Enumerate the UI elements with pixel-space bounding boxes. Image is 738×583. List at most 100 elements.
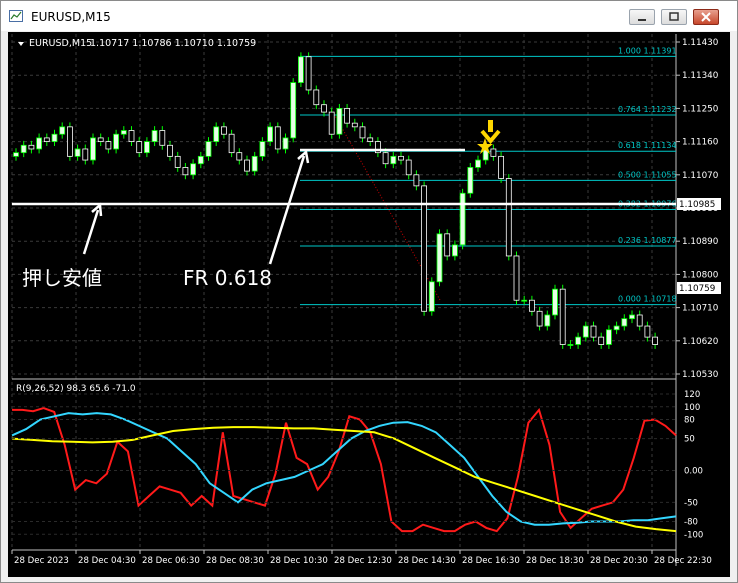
candle-body — [575, 336, 581, 345]
chart-window-icon — [9, 10, 23, 22]
price-tick-label: 1.10530 — [682, 370, 719, 380]
chart-window: EURUSD,M15 1.000 1.11391 0.764 1.11232 0.6… — [0, 0, 738, 583]
candle-body — [598, 336, 605, 345]
price-tick-label: 1.10890 — [682, 237, 719, 247]
indicator-tick-label: -80 — [684, 518, 698, 528]
chart-menu-icon[interactable] — [18, 42, 24, 46]
price-tick-label: 1.11070 — [682, 171, 719, 181]
candle-body — [613, 325, 620, 331]
candle-body — [644, 325, 651, 338]
indicator-header: R(9,26,52) 98.3 65.6 -71.0 — [16, 384, 136, 394]
candle-body — [436, 233, 443, 283]
time-axis: 28 Dec 2023 28 Dec 04:30 28 Dec 06:30 28 De… — [11, 550, 712, 566]
candle-body — [28, 144, 35, 150]
time-tick-label: 28 Dec 08:30 — [206, 556, 264, 566]
candle-body — [344, 108, 351, 124]
candle-body — [336, 108, 343, 135]
candle-body — [113, 133, 119, 150]
candle-body — [359, 126, 366, 139]
candle-body — [444, 233, 451, 257]
candle-body — [606, 329, 612, 345]
candle-body — [297, 56, 304, 83]
candle-body — [197, 155, 204, 165]
candle-body — [305, 56, 312, 91]
support-label: 押し安値 — [22, 266, 102, 290]
minimize-button[interactable] — [629, 9, 655, 25]
fib-level-label: 0.236 1.10877 — [618, 236, 677, 245]
close-button[interactable] — [693, 9, 719, 25]
candle-body — [451, 244, 458, 257]
candle-body — [559, 288, 566, 345]
time-tick-label: 28 Dec 20:30 — [590, 556, 648, 566]
current-price-tag: 1.10759 — [677, 282, 721, 294]
candle-body — [398, 155, 404, 161]
fib-level-label: 1.000 1.11391 — [618, 46, 677, 55]
price-tick-label: 1.11430 — [682, 38, 719, 48]
candle-body — [636, 314, 643, 327]
candle-body — [590, 325, 597, 338]
candle-body — [428, 281, 435, 312]
candle-body — [267, 126, 274, 142]
candle-body — [321, 104, 327, 113]
chart-header-symbol: EURUSD,M15 — [29, 38, 92, 49]
candle-body — [167, 144, 173, 157]
candle-body — [259, 141, 266, 157]
restore-button[interactable] — [661, 9, 687, 25]
candle-body — [382, 152, 389, 165]
candle-body — [97, 137, 104, 142]
title-bar[interactable]: EURUSD,M15 — [1, 1, 737, 31]
fr-arrow-line — [268, 155, 306, 265]
chart-area[interactable]: 1.000 1.11391 0.764 1.11232 0.618 1.11134 0… — [8, 32, 730, 577]
entry-arrow-icon — [480, 120, 501, 145]
close-icon — [701, 12, 711, 22]
candle-body — [621, 318, 628, 327]
indicator-tick-label: 120 — [684, 390, 700, 400]
price-chart-svg[interactable]: 1.000 1.11391 0.764 1.11232 0.618 1.11134 0… — [8, 32, 730, 577]
rsi-line-r52 — [11, 426, 677, 533]
candle-body — [490, 148, 497, 157]
fibonacci-retracement[interactable]: 1.000 1.11391 0.764 1.11232 0.618 1.11134 0… — [300, 46, 677, 306]
support-arrow-line — [82, 209, 100, 255]
price-tick-label: 1.11340 — [682, 71, 719, 81]
rsi-line-r9 — [12, 406, 677, 533]
candle-body — [20, 144, 27, 154]
candle-body — [367, 137, 374, 142]
candle-body — [390, 155, 397, 165]
candle-body — [182, 167, 189, 176]
chart-grid — [11, 34, 676, 550]
candle-body — [228, 133, 235, 154]
restore-icon — [669, 12, 679, 21]
candle-body — [205, 141, 212, 157]
candle-body — [90, 137, 96, 161]
indicator-tick-label: 50 — [684, 435, 695, 445]
indicator-tick-label: -100 — [684, 530, 703, 540]
time-tick-label: 28 Dec 22:30 — [654, 556, 712, 566]
candle-body — [174, 155, 181, 168]
candle-body — [120, 130, 127, 135]
indicator-tick-label: 80 — [684, 416, 695, 426]
fr-label: FR 0.618 — [183, 266, 272, 290]
candle-body — [143, 141, 150, 154]
candle-body — [128, 130, 135, 142]
candle-body — [529, 299, 535, 312]
window-title: EURUSD,M15 — [31, 10, 111, 24]
candle-body — [467, 167, 474, 194]
candle-body — [151, 130, 158, 142]
candle-body — [251, 155, 258, 172]
time-tick-label: 28 Dec 18:30 — [526, 556, 584, 566]
price-tick-label: 1.11250 — [682, 104, 719, 114]
candle-body — [51, 133, 58, 142]
candle-body — [136, 141, 143, 154]
candle-body — [413, 174, 420, 187]
candle-body — [282, 137, 289, 150]
indicator-tick-label: 0.00 — [684, 467, 703, 477]
price-tick-label: 1.10710 — [682, 304, 719, 314]
price-tick-label: 1.11160 — [682, 138, 719, 148]
candle-body — [313, 89, 320, 106]
time-tick-label: 28 Dec 14:30 — [398, 556, 456, 566]
candle-body — [652, 336, 658, 345]
candle-body — [582, 325, 589, 338]
candle-body — [513, 255, 520, 301]
candle-body — [236, 152, 243, 161]
time-tick-label: 28 Dec 16:30 — [462, 556, 520, 566]
